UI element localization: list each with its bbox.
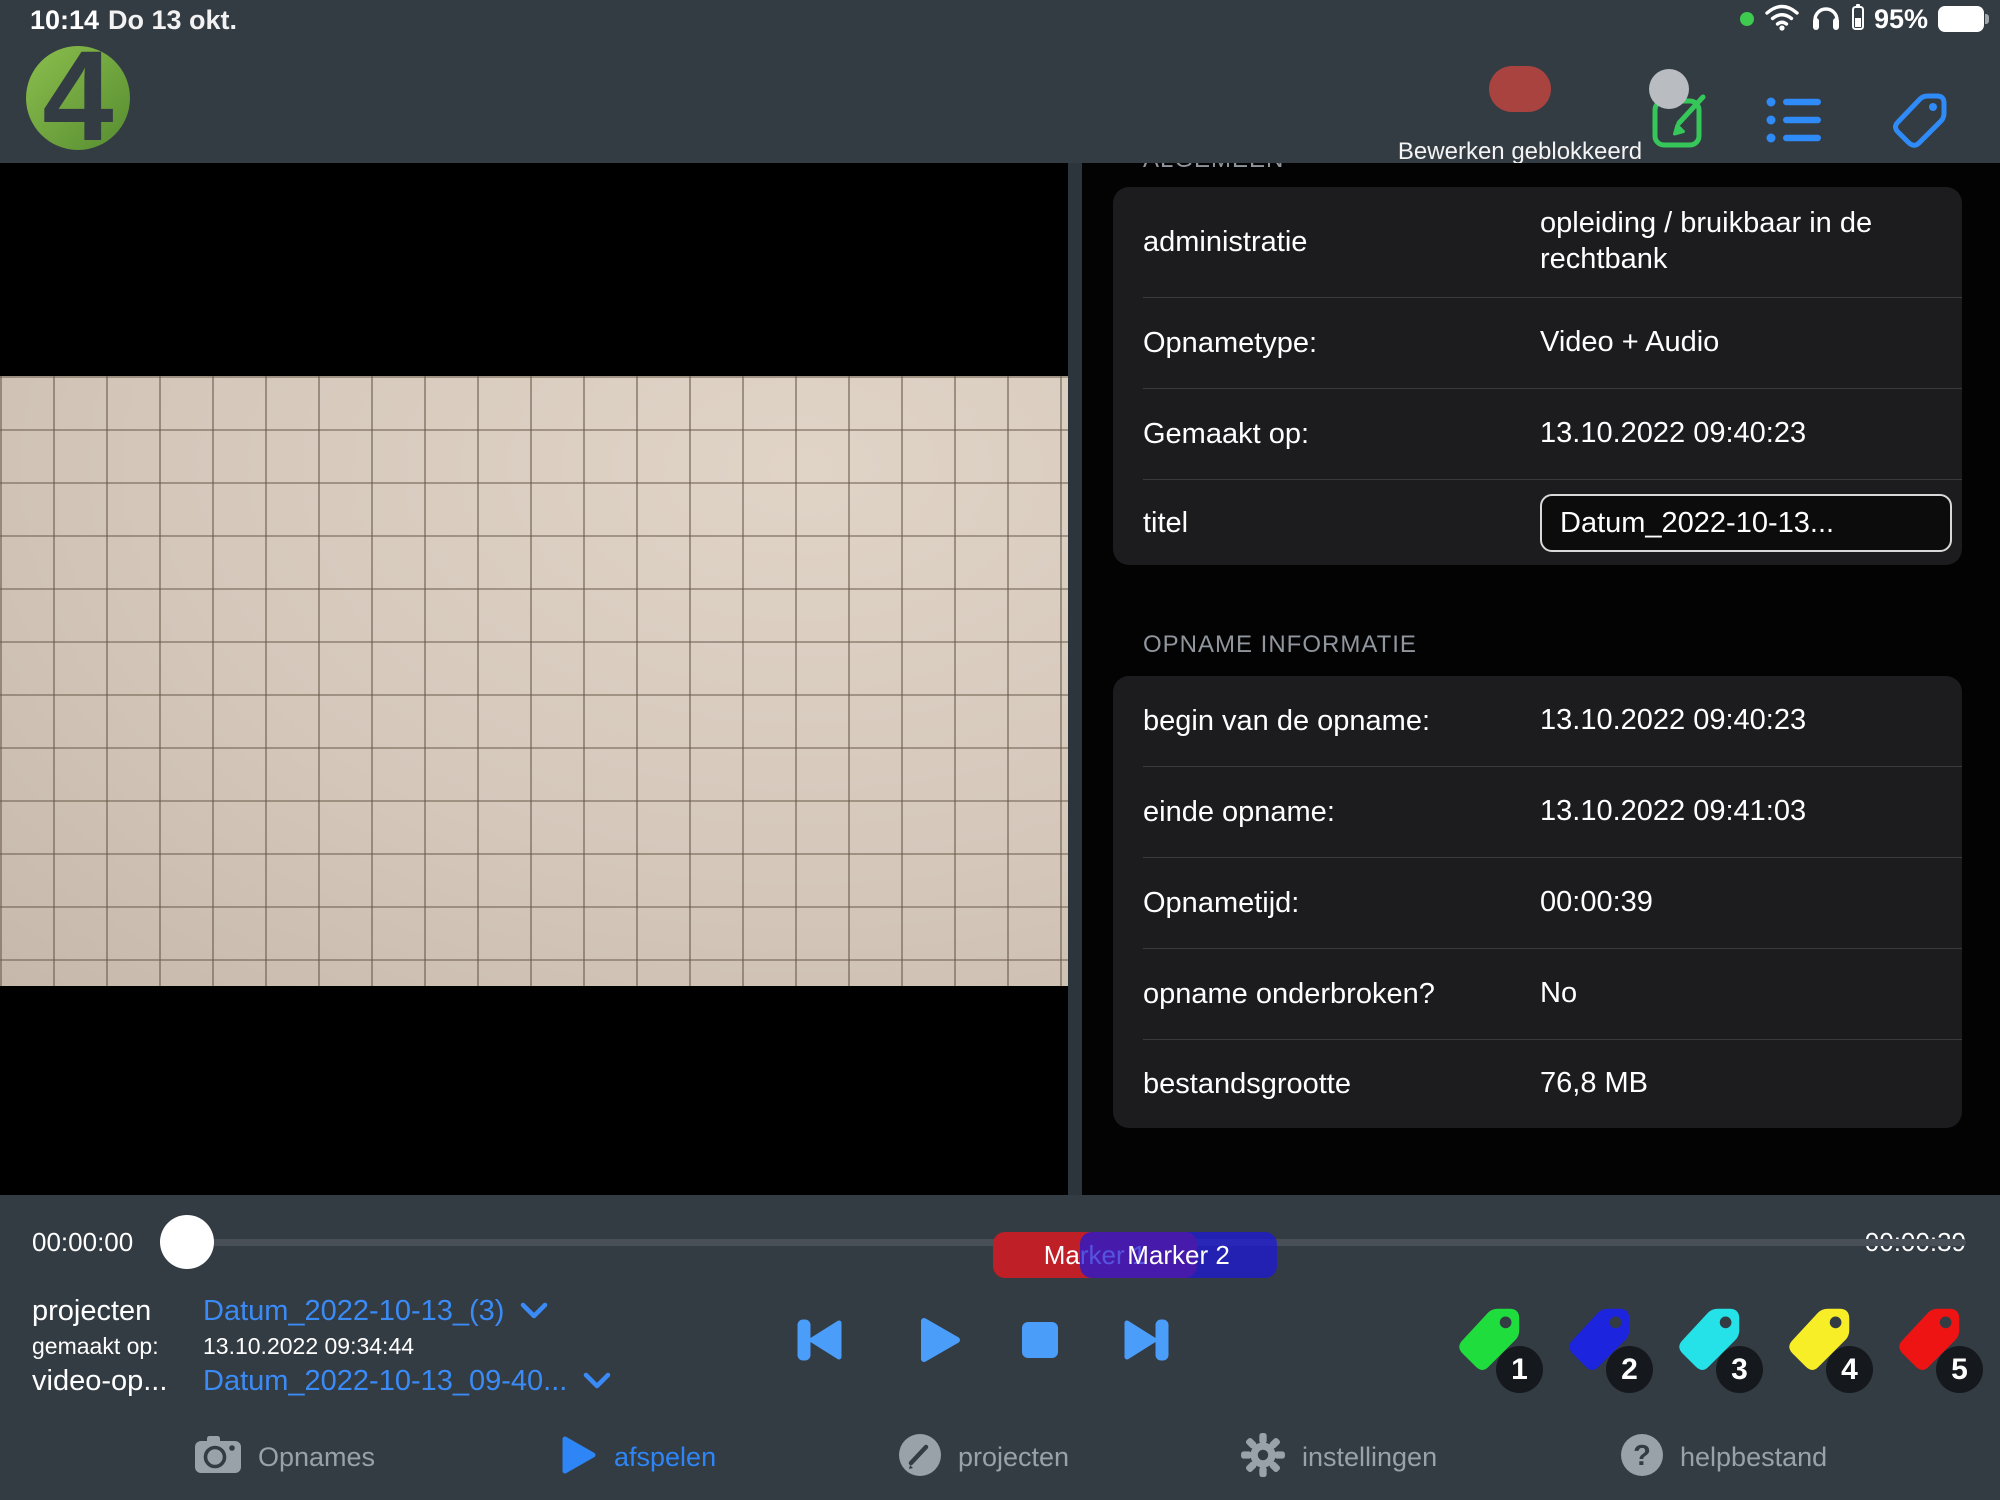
split-divider — [1068, 163, 1082, 1195]
play-icon — [560, 1434, 598, 1481]
tag-button-5[interactable]: 5 — [1891, 1299, 1983, 1393]
chevron-down-icon[interactable] — [520, 1302, 548, 1320]
wifi-icon — [1764, 3, 1800, 36]
status-bar: 10:14 Do 13 okt. 95% — [0, 0, 2000, 38]
timeline-marker-2[interactable]: Marker 2 — [1080, 1232, 1277, 1278]
recording-indicator-dot — [1739, 12, 1754, 26]
video-frame-grid-paper — [0, 376, 1068, 986]
toggle-knob — [1649, 69, 1689, 109]
general-card: administratie opleiding / bruikbaar in d… — [1113, 187, 1962, 565]
tag-button-3[interactable]: 3 — [1671, 1299, 1763, 1393]
camera-icon — [194, 1434, 242, 1481]
info-row: Opnametype: Video + Audio — [1143, 326, 1720, 359]
app-logo: 4 — [20, 25, 140, 168]
nav-item-instellingen[interactable]: instellingen — [1240, 1432, 1437, 1482]
info-row: administratie opleiding / bruikbaar in d… — [1143, 207, 1873, 275]
nav-item-opnames[interactable]: Opnames — [194, 1432, 375, 1482]
headphones-battery-icon — [1851, 3, 1864, 35]
video-recording-label: video-op... — [32, 1364, 168, 1397]
tag-button-2[interactable]: 2 — [1561, 1299, 1653, 1393]
timeline-current-time: 00:00:00 — [32, 1227, 134, 1257]
tag-number-badge: 4 — [1826, 1346, 1873, 1393]
question-circle-icon: ? — [1620, 1433, 1664, 1482]
stop-button[interactable] — [1012, 1312, 1068, 1373]
tag-number-badge: 2 — [1606, 1346, 1653, 1393]
tag-button[interactable] — [1888, 88, 1952, 152]
info-row: einde opname: 13.10.2022 09:41:03 — [1143, 795, 1807, 828]
tag-button-1[interactable]: 1 — [1451, 1299, 1543, 1393]
battery-icon — [1938, 6, 1990, 32]
info-row: bestandsgrootte 76,8 MB — [1143, 1067, 1648, 1100]
edit-lock-toggle[interactable] — [1489, 66, 1689, 112]
video-recording-selector[interactable]: Datum_2022-10-13_09-40... — [203, 1365, 567, 1398]
chevron-down-icon[interactable] — [583, 1372, 611, 1390]
marker-list-button[interactable] — [1763, 88, 1827, 152]
info-row: Gemaakt op: 13.10.2022 09:40:23 — [1143, 417, 1807, 450]
info-panel: ALGEMEEN administratie opleiding / bruik… — [1082, 163, 2000, 1195]
info-row: opname onderbroken? No — [1143, 977, 1578, 1010]
info-row: begin van de opname: 13.10.2022 09:40:23 — [1143, 704, 1807, 737]
nav-item-projecten[interactable]: projecten — [898, 1432, 1069, 1482]
skip-to-end-button[interactable] — [1118, 1312, 1174, 1373]
headphones-icon — [1810, 2, 1842, 37]
gear-icon — [1240, 1432, 1286, 1483]
created-at-value: 13.10.2022 09:34:44 — [203, 1332, 415, 1359]
title-row: titel — [1113, 480, 1962, 566]
created-at-label: gemaakt op: — [32, 1332, 159, 1359]
clock-date: Do 13 okt. — [108, 5, 238, 35]
project-label: projecten — [32, 1294, 152, 1327]
play-button[interactable] — [910, 1312, 966, 1373]
title-input[interactable] — [1540, 494, 1952, 552]
nav-item-helpbestand[interactable]: ? helpbestand — [1620, 1432, 1827, 1482]
tag-button-4[interactable]: 4 — [1781, 1299, 1873, 1393]
recording-info-card: begin van de opname: 13.10.2022 09:40:23… — [1113, 676, 1962, 1128]
timeline-scrubber-knob[interactable] — [160, 1215, 214, 1269]
nav-item-afspelen[interactable]: afspelen — [560, 1432, 716, 1482]
recording-info-header: OPNAME INFORMATIE — [1143, 631, 1417, 658]
project-selector[interactable]: Datum_2022-10-13_(3) — [203, 1295, 504, 1328]
pencil-circle-icon — [898, 1433, 942, 1482]
edit-lock-label: Bewerken geblokkeerd — [1397, 138, 1643, 165]
tag-number-badge: 1 — [1496, 1346, 1543, 1393]
battery-percent: 95% — [1873, 3, 1928, 34]
project-info-block: projecten Datum_2022-10-13_(3) gemaakt o… — [32, 1291, 611, 1401]
info-row: Opnametijd: 00:00:39 — [1143, 886, 1653, 919]
general-section-header: ALGEMEEN — [1143, 163, 1284, 174]
video-preview[interactable] — [0, 163, 1068, 1195]
tag-number-badge: 3 — [1716, 1346, 1763, 1393]
skip-to-start-button[interactable] — [792, 1312, 848, 1373]
tag-number-badge: 5 — [1936, 1346, 1983, 1393]
svg-text:4: 4 — [42, 25, 113, 168]
svg-text:?: ? — [1633, 1440, 1651, 1472]
